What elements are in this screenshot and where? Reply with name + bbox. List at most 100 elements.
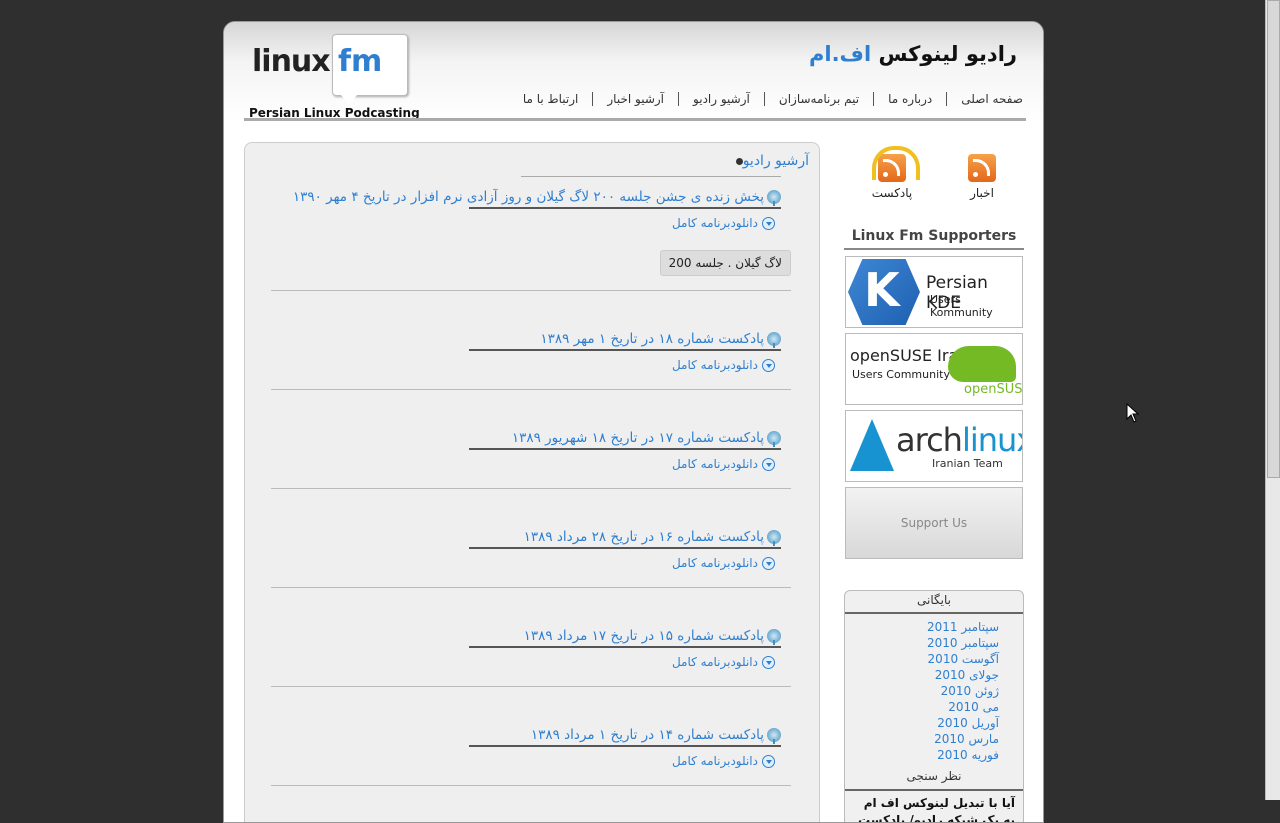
nav-contact[interactable]: ارتباط با ما [509, 92, 593, 106]
archive-link[interactable]: فوریه 2010 [927, 747, 999, 763]
microphone-icon [767, 629, 781, 645]
post-title-link[interactable]: پادکست شماره ۱۸ در تاریخ ۱ مهر ۱۳۸۹ [540, 331, 781, 348]
logo-linux-text: linux [252, 44, 331, 79]
site-logo[interactable]: linux fm Persian Linux Podcasting [246, 34, 420, 120]
post-separator [271, 686, 791, 687]
post-separator [271, 785, 791, 786]
feed-links: پادکست اخبار [844, 142, 1024, 212]
download-icon [762, 655, 775, 669]
section-title[interactable]: آرشیو رادیو [726, 153, 809, 169]
header-divider [244, 118, 1026, 121]
news-feed-link[interactable]: اخبار [960, 142, 1004, 200]
logo-fm-text: fm [338, 44, 383, 79]
post-title-link[interactable]: پادکست شماره ۱۷ در تاریخ ۱۸ شهریور ۱۳۸۹ [512, 430, 781, 447]
download-link[interactable]: دانلودبرنامه کامل [672, 457, 775, 471]
microphone-icon [767, 190, 781, 206]
download-icon [762, 457, 775, 471]
download-icon [762, 754, 775, 768]
brand-main: رادیو لینوکس [878, 42, 1017, 66]
download-link[interactable]: دانلودبرنامه کامل [672, 655, 775, 669]
nav-about[interactable]: درباره ما [873, 92, 946, 106]
bullet-icon [735, 157, 743, 165]
supporters-title: Linux Fm Supporters [851, 228, 1017, 244]
brand-accent: اف.ام [808, 42, 872, 66]
post-title-underline [469, 448, 781, 450]
post-title-link[interactable]: پادکست شماره ۱۵ در تاریخ ۱۷ مرداد ۱۳۸۹ [524, 628, 781, 645]
archive-link[interactable]: سپتامبر 2010 [927, 635, 999, 651]
post-title-underline [469, 547, 781, 549]
post-item: پادکست شماره ۱۴ در تاریخ ۱ مرداد ۱۳۸۹ دا… [271, 727, 791, 777]
kde-banner-subtitle: Users Kommunity [930, 293, 993, 319]
post-title-underline [469, 745, 781, 747]
archive-link[interactable]: جولای 2010 [927, 667, 999, 683]
post-title-underline [469, 349, 781, 351]
suse-banner-subtitle: Users Community [852, 368, 950, 381]
archive-link[interactable]: سپتامبر 2011 [927, 619, 999, 635]
section-title-underline [521, 176, 781, 177]
kde-k-icon: K [864, 263, 900, 317]
post-item: پخش زنده ی جشن جلسه ۲۰۰ لاگ گیلان و روز … [271, 189, 791, 289]
microphone-icon [767, 332, 781, 348]
poll-divider [845, 789, 1023, 791]
news-rss-icon [968, 154, 996, 182]
scrollbar-thumb[interactable] [1267, 0, 1280, 478]
support-us-label: Support Us [900, 516, 968, 530]
post-separator [271, 389, 791, 390]
arch-banner-title: archlinux [896, 421, 1022, 459]
supporters-divider [844, 248, 1024, 250]
arch-logo-icon [850, 419, 894, 471]
poll-question: آیا با تبدیل لینوکس اف ام به یک شبکه راد… [858, 796, 1015, 823]
support-us-banner[interactable]: Support Us [845, 487, 1023, 559]
download-link[interactable]: دانلودبرنامه کامل [672, 216, 775, 230]
page-container: linux fm Persian Linux Podcasting رادیو … [223, 21, 1044, 823]
download-link[interactable]: دانلودبرنامه کامل [672, 556, 775, 570]
persian-kde-banner[interactable]: K Persian KDE Users Kommunity [845, 256, 1023, 328]
headphones-icon [872, 146, 920, 180]
post-title-underline [469, 207, 781, 209]
suse-banner-logo-text: openSUSE [964, 382, 1023, 397]
archive-link[interactable]: آگوست 2010 [927, 651, 999, 667]
opensuse-iran-banner[interactable]: openSUSE Iran Users Community openSUSE [845, 333, 1023, 405]
post-tag[interactable]: لاگ گیلان . جلسه 200 [659, 250, 791, 276]
post-title-link[interactable]: پادکست شماره ۱۴ در تاریخ ۱ مرداد ۱۳۸۹ [531, 727, 781, 744]
post-separator [271, 290, 791, 291]
podcast-rss-icon [872, 146, 920, 182]
news-feed-label: اخبار [970, 186, 994, 200]
archive-link[interactable]: آوریل 2010 [927, 715, 999, 731]
nav-team[interactable]: تیم برنامه‌سازان [763, 92, 873, 106]
post-title-link[interactable]: پخش زنده ی جشن جلسه ۲۰۰ لاگ گیلان و روز … [293, 189, 781, 206]
nav-news-archive[interactable]: آرشیو اخبار [592, 92, 678, 106]
arch-banner-subtitle: Iranian Team [932, 457, 1003, 470]
nav-home[interactable]: صفحه اصلی [946, 92, 1023, 106]
archive-link[interactable]: ژوئن 2010 [927, 683, 999, 699]
post-separator [271, 488, 791, 489]
post-item: پادکست شماره ۱۶ در تاریخ ۲۸ مرداد ۱۳۸۹ د… [271, 529, 791, 579]
post-item: پادکست شماره ۱۷ در تاریخ ۱۸ شهریور ۱۳۸۹ … [271, 430, 791, 480]
vertical-scrollbar[interactable] [1265, 0, 1280, 800]
site-brand-title: رادیو لینوکس اف.ام [809, 42, 1017, 66]
podcast-feed-link[interactable]: پادکست [868, 142, 920, 200]
archive-link[interactable]: مارس 2010 [927, 731, 999, 747]
microphone-icon [767, 728, 781, 744]
archive-list: سپتامبر 2011 سپتامبر 2010 آگوست 2010 جول… [927, 619, 999, 763]
poll-title: نظر سنجی [906, 769, 962, 783]
archlinux-iran-banner[interactable]: archlinux Iranian Team [845, 410, 1023, 482]
download-icon [762, 556, 775, 570]
nav-radio-archive[interactable]: آرشیو رادیو [678, 92, 764, 106]
post-title-underline [469, 646, 781, 648]
main-nav: صفحه اصلی درباره ما تیم برنامه‌سازان آرش… [509, 92, 1023, 106]
post-item: پادکست شماره ۱۵ در تاریخ ۱۷ مرداد ۱۳۸۹ د… [271, 628, 791, 678]
archive-link[interactable]: می 2010 [927, 699, 999, 715]
post-separator [271, 587, 791, 588]
download-link[interactable]: دانلودبرنامه کامل [672, 754, 775, 768]
download-icon [762, 216, 775, 230]
download-icon [762, 358, 775, 372]
microphone-icon [767, 431, 781, 447]
archive-divider [845, 612, 1023, 614]
archive-title: بایگانی [917, 593, 951, 607]
post-title-link[interactable]: پادکست شماره ۱۶ در تاریخ ۲۸ مرداد ۱۳۸۹ [524, 529, 781, 546]
site-header: linux fm Persian Linux Podcasting رادیو … [224, 22, 1043, 122]
download-link[interactable]: دانلودبرنامه کامل [672, 358, 775, 372]
post-item: پادکست شماره ۱۸ در تاریخ ۱ مهر ۱۳۸۹ دانل… [271, 331, 791, 381]
main-content: آرشیو رادیو پخش زنده ی جشن جلسه ۲۰۰ لاگ … [244, 142, 820, 822]
